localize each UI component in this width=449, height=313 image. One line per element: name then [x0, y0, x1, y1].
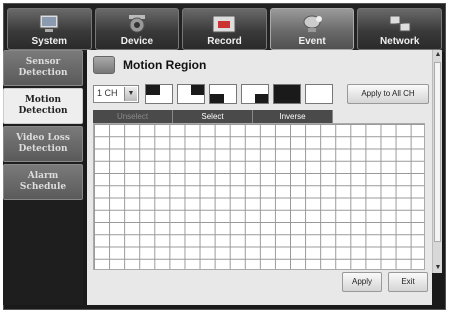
- apply-to-all-channels-button[interactable]: Apply to All CH: [347, 84, 429, 104]
- scrollbar[interactable]: ▲ ▼: [432, 50, 442, 273]
- channel-value: 1 CH: [97, 88, 118, 98]
- unselect-mode-button[interactable]: Unselect: [93, 110, 173, 123]
- scroll-down-icon[interactable]: ▼: [433, 263, 443, 273]
- chevron-down-icon[interactable]: ▼: [124, 87, 137, 101]
- camera-icon: [128, 15, 145, 33]
- select-mode-button[interactable]: Select: [173, 110, 253, 123]
- apply-button[interactable]: Apply: [342, 272, 382, 292]
- tab-label: Network: [379, 36, 420, 47]
- tab-label: Record: [207, 36, 242, 47]
- tab-record[interactable]: Record: [182, 8, 267, 50]
- preset-full-button[interactable]: [273, 84, 301, 104]
- selection-mode-bar: Unselect Select Inverse: [93, 110, 333, 123]
- sidebar: Sensor Detection Motion Detection Video …: [3, 50, 83, 305]
- preset-bottom-right-button[interactable]: [241, 84, 269, 104]
- top-tab-bar: System Device Record Event Network: [4, 4, 445, 52]
- motion-region-grid[interactable]: [93, 123, 425, 270]
- tab-label: Event: [298, 36, 326, 47]
- sidebar-item-video-loss-detection[interactable]: Video Loss Detection: [3, 126, 83, 162]
- tab-network[interactable]: Network: [357, 8, 442, 50]
- record-icon: [212, 15, 236, 33]
- tab-event[interactable]: Event: [269, 8, 355, 50]
- preset-top-left-button[interactable]: [145, 84, 173, 104]
- exit-button[interactable]: Exit: [388, 272, 428, 292]
- main-panel: Motion Region 1 CH ▼ Apply to All CH Uns…: [87, 50, 432, 305]
- sidebar-item-motion-detection[interactable]: Motion Detection: [3, 88, 83, 124]
- tab-device[interactable]: Device: [94, 8, 180, 50]
- motion-region-icon: [93, 56, 115, 74]
- scroll-up-icon[interactable]: ▲: [433, 50, 443, 60]
- sidebar-item-sensor-detection[interactable]: Sensor Detection: [3, 50, 83, 86]
- panel-header: Motion Region: [93, 55, 206, 75]
- tab-system[interactable]: System: [7, 8, 92, 50]
- tab-label: Device: [120, 36, 154, 47]
- tab-label: System: [31, 36, 68, 47]
- sidebar-item-alarm-schedule[interactable]: Alarm Schedule: [3, 164, 83, 200]
- preset-clear-button[interactable]: [305, 84, 333, 104]
- system-icon: [39, 14, 59, 32]
- scroll-thumb[interactable]: [434, 62, 441, 242]
- preset-bottom-left-button[interactable]: [209, 84, 237, 104]
- toolbar: 1 CH ▼ Apply to All CH: [93, 84, 429, 104]
- inverse-mode-button[interactable]: Inverse: [253, 110, 333, 123]
- page-title: Motion Region: [123, 58, 207, 72]
- preset-top-right-button[interactable]: [177, 84, 205, 104]
- event-icon: [303, 15, 323, 32]
- network-icon: [389, 15, 411, 32]
- channel-select[interactable]: 1 CH ▼: [93, 85, 139, 103]
